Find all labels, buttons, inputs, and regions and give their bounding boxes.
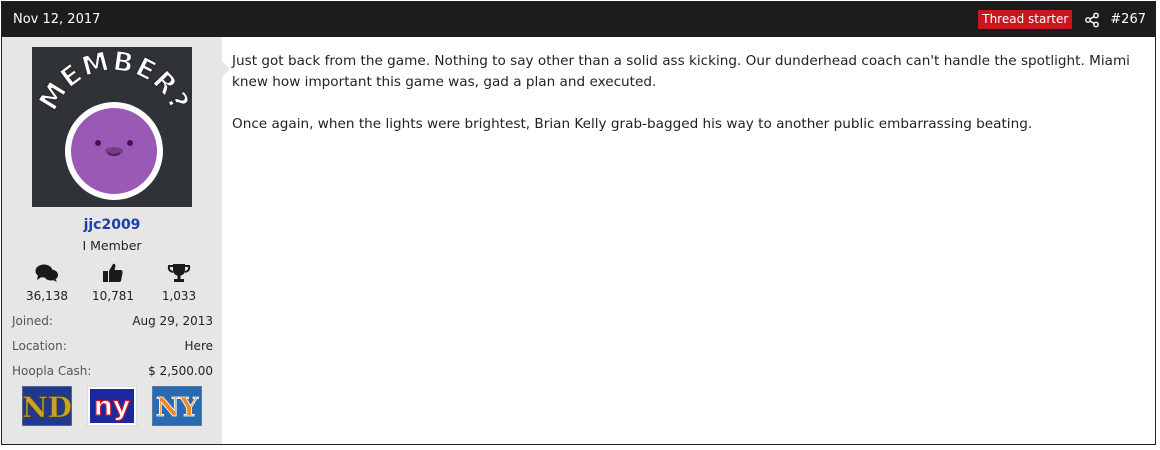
info-row-joined: Joined: Aug 29, 2013 (12, 314, 213, 332)
hoopla-cash-value: $ 2,500.00 (148, 364, 213, 378)
messages-icon (35, 264, 58, 282)
location-value: Here (184, 339, 213, 353)
info-row-hoopla-cash: Hoopla Cash: $ 2,500.00 (12, 364, 213, 382)
stat-reactions[interactable]: 10,781 (80, 263, 146, 303)
thread-starter-badge: Thread starter (978, 10, 1073, 29)
post-date-link[interactable]: Nov 12, 2017 (13, 12, 100, 27)
post-header-actions: Thread starter #267 (978, 10, 1146, 29)
svg-text:ND: ND (22, 391, 72, 424)
user-title: I Member (82, 238, 142, 253)
stat-points-value: 1,033 (161, 289, 197, 303)
joined-label: Joined: (12, 314, 53, 328)
notre-dame-logo[interactable]: ND (21, 385, 73, 427)
user-stats: 36,138 10,781 1,033 (14, 263, 212, 303)
forum-post: Nov 12, 2017 Thread starter #267 MEMBER?… (1, 1, 1156, 445)
stat-reactions-value: 10,781 (92, 289, 134, 303)
thumbs-up-icon (103, 263, 123, 282)
avatar[interactable]: MEMBER? (32, 45, 195, 207)
stat-messages-value: 36,138 (26, 289, 68, 303)
new-york-mets-logo[interactable]: NY (151, 385, 203, 427)
location-label: Location: (12, 339, 67, 353)
info-row-location: Location: Here (12, 339, 213, 357)
svg-text:NY: NY (156, 393, 199, 423)
username-link[interactable]: jjc2009 (2, 217, 222, 233)
post-message-body: Just got back from the game. Nothing to … (232, 51, 1149, 156)
post-header: Nov 12, 2017 Thread starter #267 (2, 2, 1155, 37)
team-logos: ND ny NY (21, 385, 204, 427)
new-york-giants-logo[interactable]: ny (86, 385, 138, 427)
joined-value: Aug 29, 2013 (132, 314, 213, 328)
hoopla-cash-label: Hoopla Cash: (12, 364, 92, 378)
post-paragraph: Just got back from the game. Nothing to … (232, 53, 1130, 90)
stat-points[interactable]: 1,033 (146, 263, 212, 303)
post-number-link[interactable]: #267 (1110, 12, 1146, 27)
svg-text:ny: ny (94, 391, 131, 422)
user-info-panel: MEMBER? jjc2009 I Member 36,138 10,781 1… (2, 37, 222, 444)
post-paragraph: Once again, when the lights were brighte… (232, 116, 1033, 132)
stat-messages[interactable]: 36,138 (14, 263, 80, 303)
trophy-icon (167, 264, 191, 282)
post-arrow (221, 60, 230, 78)
share-icon[interactable] (1084, 12, 1100, 28)
